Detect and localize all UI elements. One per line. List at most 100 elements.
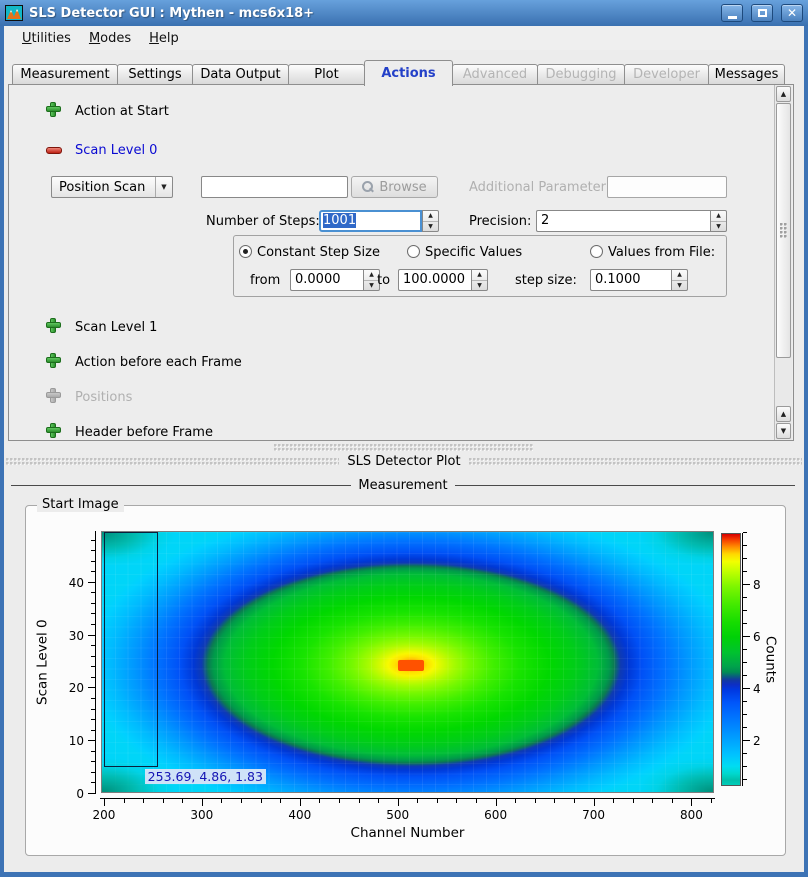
- scroll-down-button[interactable]: ▼: [776, 423, 791, 439]
- precision-label: Precision:: [469, 214, 531, 229]
- heatmap-canvas[interactable]: 253.69, 4.86, 1.83: [101, 531, 714, 793]
- dock-texture[interactable]: [6, 458, 339, 465]
- y-axis-tick: [91, 603, 95, 604]
- scan-script-input[interactable]: [201, 176, 348, 198]
- cb-axis-tick: [743, 675, 747, 676]
- maximize-button[interactable]: [751, 4, 773, 22]
- tab-measurement[interactable]: Measurement: [12, 64, 118, 85]
- cb-axis-tick: [743, 623, 747, 624]
- tab-actions[interactable]: Actions: [364, 60, 453, 86]
- x-axis-tick: [554, 799, 555, 803]
- scrollbar-thumb[interactable]: [776, 103, 791, 358]
- titlebar[interactable]: SLS Detector GUI : Mythen - mcs6x18+ ✕: [0, 0, 808, 26]
- cb-axis-tick: [743, 662, 747, 663]
- magnifier-icon: [362, 181, 374, 193]
- x-axis-tick: [163, 799, 164, 803]
- expand-plus-icon[interactable]: [46, 353, 61, 368]
- x-axis-tick: [515, 799, 516, 803]
- spin-down-icon[interactable]: ▼: [711, 222, 726, 232]
- cb-axis-tick: [743, 597, 747, 598]
- collapse-minus-icon[interactable]: [46, 147, 62, 154]
- y-axis-tick: [88, 582, 95, 583]
- action-at-start-row[interactable]: Action at Start: [75, 104, 169, 119]
- splitter-handle[interactable]: [274, 444, 534, 451]
- specific-values-label: Specific Values: [425, 245, 522, 260]
- spin-up-icon[interactable]: ▲: [472, 270, 487, 281]
- from-label: from: [250, 273, 280, 288]
- step-size-spinbox[interactable]: 0.1000 ▲▼: [590, 269, 688, 291]
- scan-level-0-row[interactable]: Scan Level 0: [75, 143, 157, 158]
- cb-axis-tick-label: 2: [753, 734, 761, 748]
- start-image-groupbox: Start Image Scan Level 0 010203040 253.6…: [25, 505, 786, 856]
- menu-utilities[interactable]: Utilities: [13, 28, 80, 49]
- tab-settings[interactable]: Settings: [117, 64, 193, 85]
- app-window: SLS Detector GUI : Mythen - mcs6x18+ ✕ U…: [0, 0, 808, 877]
- x-axis-tick: [143, 799, 144, 803]
- zoom-selection-rect[interactable]: [104, 532, 158, 767]
- spin-down-icon[interactable]: ▼: [423, 222, 438, 232]
- to-label: to: [377, 273, 390, 288]
- colorbar-label: Counts: [762, 533, 779, 786]
- to-spinbox[interactable]: 100.0000 ▲▼: [398, 269, 488, 291]
- x-axis-tick: [672, 799, 673, 803]
- x-axis-tick: [691, 799, 692, 806]
- header-before-frame-row[interactable]: Header before Frame: [75, 425, 213, 440]
- number-of-steps-spinbox[interactable]: 1001 ▲▼: [319, 210, 439, 232]
- tab-bar: Measurement Settings Data Output Plot Ac…: [12, 60, 785, 85]
- colorbar-axis: 2468: [742, 533, 750, 786]
- x-axis-tick: [359, 799, 360, 803]
- additional-parameter-input[interactable]: [607, 176, 727, 198]
- spin-up-icon[interactable]: ▲: [711, 211, 726, 222]
- cb-axis-tick: [743, 558, 747, 559]
- scroll-up-button-2[interactable]: ▲: [776, 406, 791, 422]
- tab-advanced[interactable]: Advanced: [452, 64, 538, 85]
- menu-modes[interactable]: Modes: [80, 28, 140, 49]
- tab-messages[interactable]: Messages: [708, 64, 785, 85]
- spin-up-icon[interactable]: ▲: [423, 211, 438, 222]
- y-axis-tick: [91, 571, 95, 572]
- precision-spinbox[interactable]: 2 ▲▼: [536, 210, 727, 232]
- spin-down-icon[interactable]: ▼: [472, 281, 487, 291]
- expand-plus-icon[interactable]: [46, 102, 61, 117]
- tab-developer[interactable]: Developer: [624, 64, 709, 85]
- tab-debugging[interactable]: Debugging: [537, 64, 625, 85]
- y-axis-tick: [91, 666, 95, 667]
- expand-plus-icon[interactable]: [46, 423, 61, 438]
- expand-plus-icon[interactable]: [46, 318, 61, 333]
- y-axis-tick: [91, 561, 95, 562]
- expand-plus-icon-disabled: [46, 388, 61, 403]
- y-axis-tick-label: 0: [76, 787, 84, 801]
- x-axis-tick: [300, 799, 301, 806]
- y-axis-tick: [91, 782, 95, 783]
- tab-plot[interactable]: Plot: [288, 64, 365, 85]
- scroll-up-button[interactable]: ▲: [776, 86, 791, 102]
- cb-axis-tick: [743, 584, 750, 585]
- y-axis-tick: [91, 751, 95, 752]
- close-button[interactable]: ✕: [781, 4, 803, 22]
- plot-x-axis: 200300400500600700800: [100, 798, 715, 824]
- dock-texture[interactable]: [469, 458, 802, 465]
- scan-level-1-row[interactable]: Scan Level 1: [75, 320, 157, 335]
- heatmap-peak: [398, 660, 424, 671]
- minimize-button[interactable]: [721, 4, 743, 22]
- browse-button[interactable]: Browse: [351, 176, 438, 198]
- menu-help[interactable]: Help: [140, 28, 188, 49]
- from-spinbox[interactable]: 0.0000 ▲▼: [290, 269, 380, 291]
- x-axis-tick: [319, 799, 320, 803]
- constant-step-radio[interactable]: [239, 245, 252, 258]
- specific-values-radio[interactable]: [407, 245, 420, 258]
- action-before-frame-row[interactable]: Action before each Frame: [75, 355, 242, 370]
- tab-data-output[interactable]: Data Output: [192, 64, 289, 85]
- spin-up-icon[interactable]: ▲: [672, 270, 687, 281]
- cb-axis-tick: [743, 636, 750, 637]
- spin-down-icon[interactable]: ▼: [672, 281, 687, 291]
- cb-axis-tick: [743, 571, 747, 572]
- plot-y-axis: 010203040: [89, 531, 96, 794]
- menu-bar: Utilities Modes Help: [4, 26, 804, 50]
- values-from-file-radio[interactable]: [590, 245, 603, 258]
- measurement-title: Measurement: [358, 478, 447, 493]
- vertical-scrollbar[interactable]: ▲ ▲ ▼: [774, 85, 792, 440]
- plot-y-axis-label: Scan Level 0: [34, 531, 51, 793]
- y-axis-tick: [91, 624, 95, 625]
- scan-mode-select[interactable]: Position Scan ▼: [51, 176, 173, 198]
